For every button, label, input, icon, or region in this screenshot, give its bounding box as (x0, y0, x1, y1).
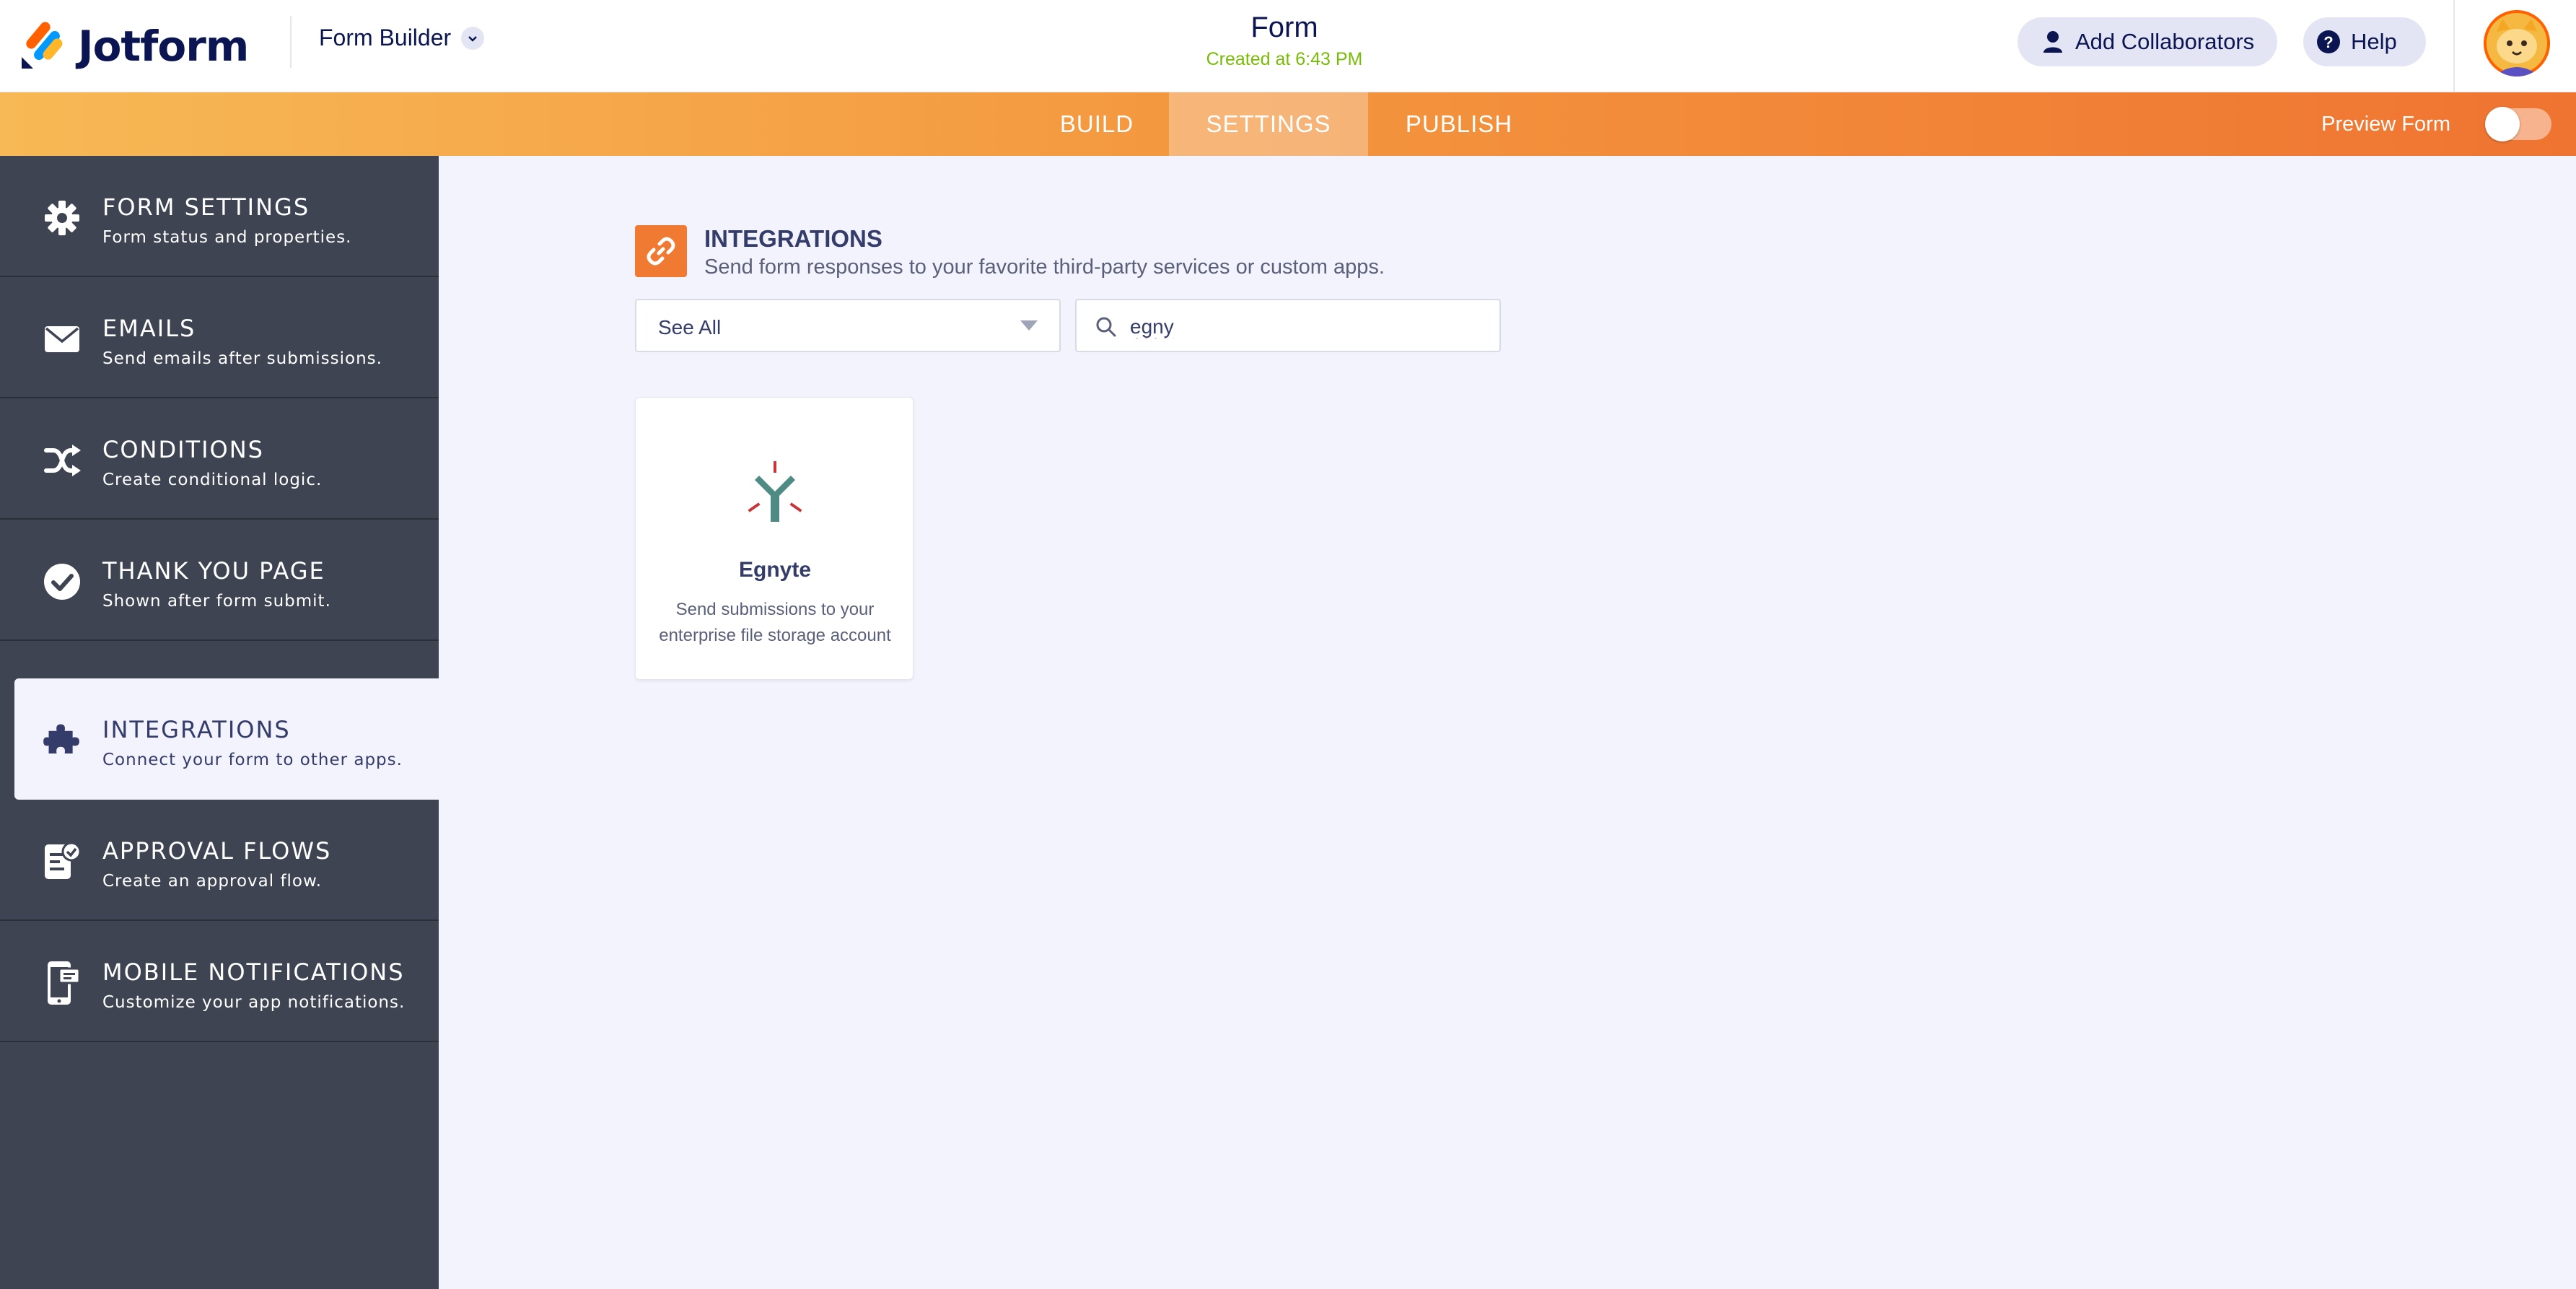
header-divider-right (2453, 0, 2455, 92)
tab-publish[interactable]: PUBLISH (1368, 92, 1550, 156)
sidebar-item-subtitle: Create conditional logic. (102, 471, 323, 489)
mobile-notification-icon (42, 961, 82, 1005)
integration-description: Send submissions to your enterprise file… (659, 600, 891, 645)
preview-form-label: Preview Form (2321, 112, 2450, 136)
sidebar-item-integrations[interactable]: INTEGRATIONS Connect your form to other … (14, 678, 439, 800)
sidebar-item-subtitle: Form status and properties. (102, 228, 352, 247)
tab-build[interactable]: BUILD (1025, 92, 1169, 156)
sidebar-item-subtitle: Send emails after submissions. (102, 349, 382, 368)
tab-settings[interactable]: SETTINGS (1169, 92, 1368, 156)
svg-text:?: ? (2323, 33, 2333, 51)
sidebar-item-subtitle: Create an approval flow. (102, 872, 323, 891)
sidebar-item-subtitle: Shown after form submit. (102, 592, 331, 611)
integration-name: Egnyte (738, 558, 812, 582)
sidebar-item-subtitle: Connect your form to other apps. (102, 751, 403, 769)
sidebar-item-form-settings[interactable]: FORM SETTINGS Form status and properties… (0, 156, 439, 277)
sidebar-item-title: THANK YOU PAGE (102, 557, 325, 585)
envelope-icon (42, 319, 82, 359)
egnyte-logo-icon (746, 461, 804, 522)
search-icon (1095, 316, 1117, 338)
settings-navbar: BUILD SETTINGS PUBLISH Preview Form (0, 92, 2576, 156)
sidebar-item-title: CONDITIONS (102, 436, 264, 463)
toggle-knob (2485, 107, 2520, 141)
preview-form-toggle[interactable] (2485, 107, 2551, 141)
add-collaborators-button[interactable]: Add Collaborators (2018, 17, 2277, 66)
integration-card-egnyte[interactable]: Egnyte Send submissions to your enterpri… (635, 397, 914, 680)
help-button[interactable]: ? Help (2303, 17, 2426, 66)
approval-icon (42, 842, 82, 882)
settings-sidebar: FORM SETTINGS Form status and properties… (0, 156, 439, 1289)
section-subtitle: Send form responses to your favorite thi… (704, 255, 1385, 279)
sidebar-item-mobile-notifications[interactable]: MOBILE NOTIFICATIONS Customize your app … (0, 921, 439, 1042)
integration-search-field[interactable] (1075, 299, 1501, 352)
category-filter-value: See All (658, 316, 722, 338)
check-circle-icon (42, 562, 82, 602)
sidebar-item-title: INTEGRATIONS (102, 716, 291, 743)
caret-down-icon (1020, 320, 1038, 331)
avatar[interactable] (2484, 10, 2550, 77)
category-filter-select[interactable]: See All (635, 299, 1061, 352)
add-collaborators-label: Add Collaborators (2075, 29, 2255, 54)
help-label: Help (2351, 29, 2397, 54)
user-icon (2041, 30, 2065, 54)
sidebar-item-title: EMAILS (102, 315, 196, 342)
gear-icon (42, 198, 82, 238)
shuffle-icon (42, 440, 82, 481)
sidebar-item-title: APPROVAL FLOWS (102, 837, 332, 865)
sidebar-item-title: FORM SETTINGS (102, 193, 310, 221)
sidebar-item-title: MOBILE NOTIFICATIONS (102, 958, 405, 986)
top-header: Jotform Form Builder Form Created at 6:4… (0, 0, 2576, 92)
question-circle-icon: ? (2316, 30, 2341, 54)
sidebar-item-emails[interactable]: EMAILS Send emails after submissions. (0, 277, 439, 398)
section-title: INTEGRATIONS (704, 225, 882, 252)
sidebar-item-thank-you-page[interactable]: THANK YOU PAGE Shown after form submit. (0, 520, 439, 641)
sidebar-item-subtitle: Customize your app notifications. (102, 993, 406, 1012)
puzzle-icon (42, 720, 82, 761)
cat-avatar-icon (2484, 10, 2550, 77)
sidebar-item-approval-flows[interactable]: APPROVAL FLOWS Create an approval flow. (0, 800, 439, 921)
search-input[interactable] (1129, 310, 1478, 344)
sidebar-item-conditions[interactable]: CONDITIONS Create conditional logic. (0, 398, 439, 520)
link-icon (635, 225, 687, 277)
